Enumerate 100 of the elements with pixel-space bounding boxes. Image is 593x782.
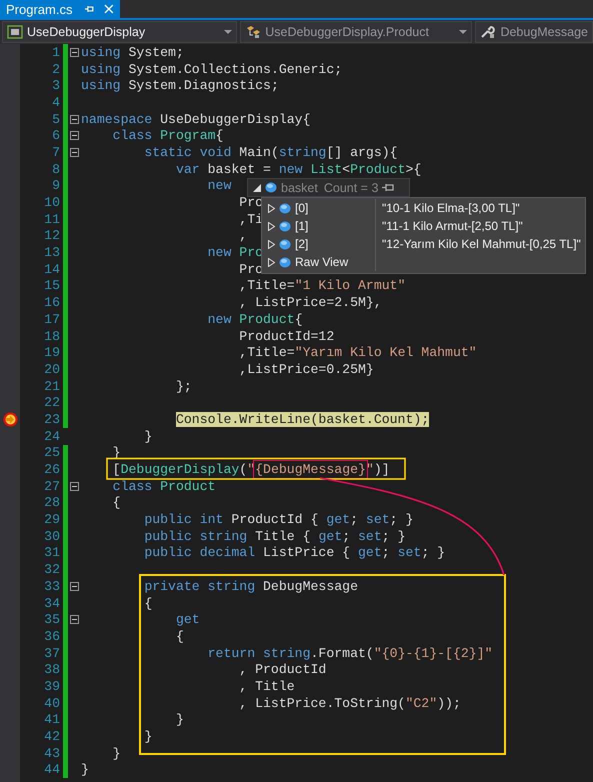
code-line: , ListPrice.ToString("C2")); xyxy=(239,696,461,711)
code-line: using System; xyxy=(81,44,184,60)
item-value: "12-Yarım Kilo Kel Mahmut-[0,25 TL]" xyxy=(382,237,581,251)
code-line: private string DebugMessage xyxy=(144,578,358,594)
line-number: 24 xyxy=(43,428,60,444)
navigation-dropdown[interactable]: UseDebuggerDisplay xyxy=(2,21,238,43)
line-number: 23 xyxy=(43,412,60,427)
code-line: } xyxy=(112,746,121,761)
code-line: { xyxy=(144,596,152,611)
code-line: ,ListPrice=0.25M} xyxy=(239,362,374,377)
caret-icon xyxy=(224,30,232,34)
code-line: , ListPrice=2.5M}, xyxy=(239,295,382,310)
wrench-icon xyxy=(480,25,496,39)
collapse-icon[interactable] xyxy=(70,482,79,491)
expression-value: Count = 3 xyxy=(324,180,378,194)
pin-icon[interactable] xyxy=(382,183,394,192)
code-line: class Product xyxy=(112,478,216,494)
code-line: , Title xyxy=(239,678,295,694)
line-number: 40 xyxy=(43,696,60,711)
collapse-icon[interactable] xyxy=(70,131,79,140)
object-icon xyxy=(279,256,291,268)
code-line: new xyxy=(208,178,232,194)
line-number: 26 xyxy=(43,462,60,478)
collapse-icon[interactable] xyxy=(70,148,79,157)
code-line: namespace UseDebuggerDisplay{ xyxy=(81,112,311,127)
code-line: new Product{ xyxy=(208,312,303,327)
navigation-dropdown[interactable]: DebugMessage xyxy=(475,21,593,43)
line-number: 9 xyxy=(51,178,60,194)
code-line: var basket = new List<Product>{ xyxy=(176,162,422,177)
document-tab[interactable]: Program.cs xyxy=(0,0,120,18)
object-icon xyxy=(279,220,291,232)
code-line: public string Title { get; set; } xyxy=(144,528,406,544)
line-number: 8 xyxy=(51,162,60,177)
code-line: { xyxy=(176,628,184,644)
code-line: ,Title="Yarım Kilo Kel Mahmut" xyxy=(239,345,477,360)
code-line: using System.Diagnostics; xyxy=(81,78,279,94)
line-number: 1 xyxy=(51,44,60,60)
line-number: 35 xyxy=(43,612,60,628)
line-number: 2 xyxy=(51,62,60,77)
code-line: using System.Collections.Generic; xyxy=(81,62,342,77)
line-number: 32 xyxy=(43,562,60,578)
code-line: }; xyxy=(176,378,192,394)
line-number: 14 xyxy=(43,262,60,277)
object-icon xyxy=(279,238,291,250)
line-number: 34 xyxy=(43,596,60,611)
line-number: 27 xyxy=(43,478,60,494)
code-line: class Program{ xyxy=(112,128,224,144)
line-number: 3 xyxy=(51,78,60,94)
collapse-icon[interactable] xyxy=(70,615,79,624)
code-line: } xyxy=(144,729,152,744)
project-icon xyxy=(7,25,23,39)
line-number: 43 xyxy=(43,746,60,761)
collapse-icon[interactable] xyxy=(70,114,79,124)
current-line-code: Console.WriteLine(basket.Count); xyxy=(176,412,430,427)
object-icon xyxy=(265,182,277,193)
caret-icon xyxy=(459,30,468,34)
collapse-icon[interactable] xyxy=(70,582,79,591)
line-number: 36 xyxy=(43,628,60,644)
expression-name: basket xyxy=(281,180,318,194)
code-line: static void Main(string[] args){ xyxy=(144,144,398,160)
line-number: 30 xyxy=(43,528,60,544)
line-number: 18 xyxy=(43,328,60,344)
collapse-icon[interactable] xyxy=(70,48,79,57)
line-number: 42 xyxy=(43,729,60,744)
line-number: 44 xyxy=(43,762,60,778)
item-value: "10-1 Kilo Elma-[3,00 TL]" xyxy=(382,201,520,215)
item-name: [1] xyxy=(295,217,376,235)
line-number: 21 xyxy=(43,378,60,394)
line-number: 25 xyxy=(43,445,60,460)
line-number: 37 xyxy=(43,646,60,661)
item-name: [0] xyxy=(295,199,376,217)
line-number: 19 xyxy=(43,345,60,360)
line-number: 13 xyxy=(43,245,60,260)
code-line: public decimal ListPrice { get; set; } xyxy=(144,545,446,560)
code-line: return string.Format("{0}-{1}-[{2}]" xyxy=(208,646,493,661)
line-number: 16 xyxy=(43,295,60,310)
line-number: 22 xyxy=(43,395,60,410)
line-number: 28 xyxy=(43,495,60,510)
navigation-dropdown[interactable]: UseDebuggerDisplay.Product xyxy=(240,21,472,43)
line-number: 41 xyxy=(43,712,60,728)
object-icon xyxy=(279,202,291,214)
tab-title: Program.cs xyxy=(6,2,72,16)
line-number: 17 xyxy=(43,312,60,327)
line-number: 31 xyxy=(43,545,60,560)
code-line: ,Title="1 Kilo Armut" xyxy=(239,278,406,294)
line-number: 11 xyxy=(43,212,60,227)
line-number: 6 xyxy=(51,128,60,144)
line-number: 15 xyxy=(43,278,60,294)
expand-triangle-icon[interactable] xyxy=(253,184,261,192)
line-number: 33 xyxy=(43,578,60,594)
code-line: } xyxy=(144,428,152,444)
close-icon[interactable] xyxy=(104,4,114,14)
code-line: get xyxy=(176,612,200,628)
line-number: 7 xyxy=(51,144,60,160)
code-line: } xyxy=(176,712,184,728)
line-number: 5 xyxy=(51,112,60,127)
line-number: 4 xyxy=(51,94,60,110)
code-line: } xyxy=(81,762,89,778)
code-line: ProductId=12 xyxy=(239,328,334,344)
item-name: Raw View xyxy=(295,253,376,271)
